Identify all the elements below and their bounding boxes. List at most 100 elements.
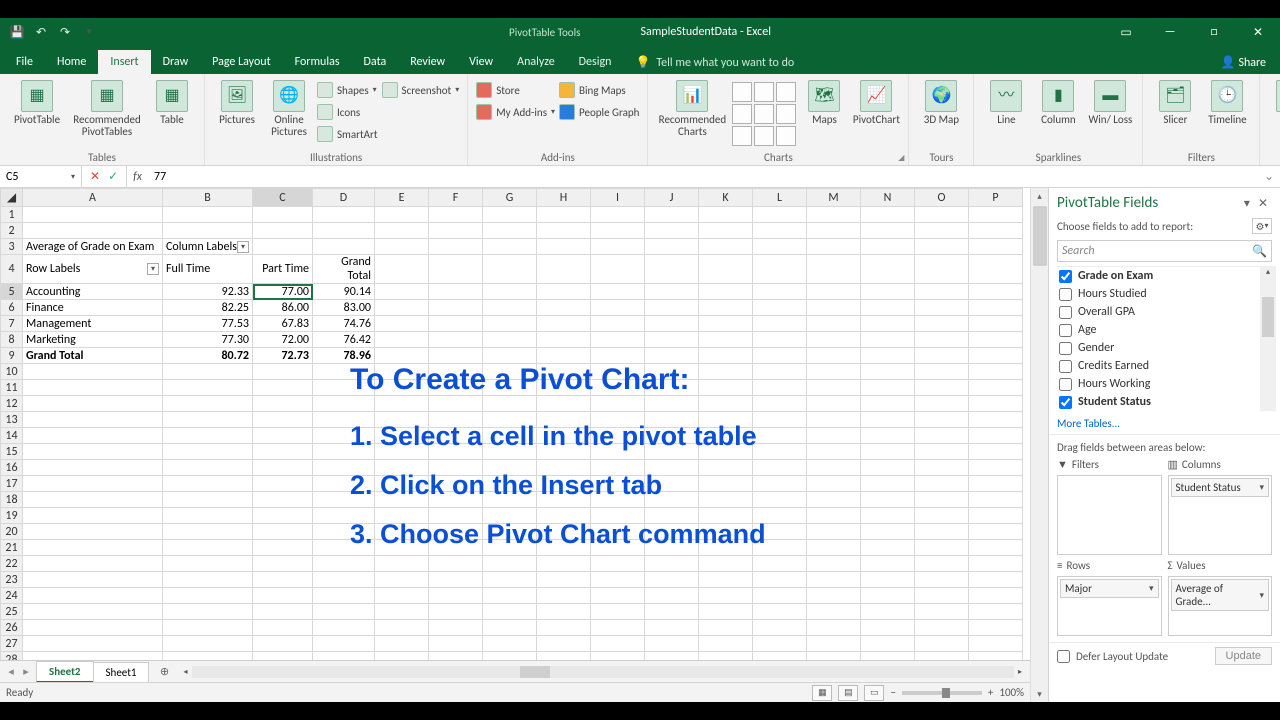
field-list-scrollbar[interactable]: ▴ xyxy=(1260,267,1276,411)
pivotchart-button[interactable]: 📈PivotChart xyxy=(852,76,900,126)
chart-type-gallery[interactable] xyxy=(732,76,796,146)
link-button[interactable]: 🔗Link xyxy=(1268,76,1280,126)
field-overall-gpa[interactable]: Overall GPA xyxy=(1057,303,1276,321)
tab-review[interactable]: Review xyxy=(398,50,457,74)
pictures-button[interactable]: 🖼Pictures xyxy=(213,76,261,126)
page-break-view-icon[interactable]: ▭ xyxy=(864,685,884,701)
tab-view[interactable]: View xyxy=(457,50,505,74)
bing-maps-button[interactable]: Bing Maps xyxy=(559,80,639,100)
filters-area[interactable] xyxy=(1057,475,1162,555)
horizontal-scrollbar[interactable]: ◂▸ xyxy=(183,666,1022,678)
field-hours-studied[interactable]: Hours Studied xyxy=(1057,285,1276,303)
screenshot-button[interactable]: Screenshot ▾ xyxy=(382,80,460,100)
people-graph-button[interactable]: People Graph xyxy=(559,102,639,122)
waterfall-chart-icon[interactable] xyxy=(732,126,752,146)
recommended-charts-button[interactable]: 📊Recommended Charts xyxy=(656,76,728,138)
combo-chart-icon[interactable] xyxy=(754,126,774,146)
columns-area[interactable]: Student Status▾ xyxy=(1168,475,1273,555)
maximize-icon[interactable]: □ xyxy=(1192,18,1236,46)
sheet-nav[interactable]: ◂▸ xyxy=(0,665,37,678)
redo-icon[interactable]: ↷ xyxy=(54,21,76,43)
sparkline-winloss-button[interactable]: ▬Win/ Loss xyxy=(1086,76,1134,126)
field-checkbox[interactable] xyxy=(1059,324,1072,337)
tab-formulas[interactable]: Formulas xyxy=(283,50,352,74)
table-button[interactable]: ▦Table xyxy=(148,76,196,126)
row-chip-major[interactable]: Major▾ xyxy=(1060,579,1159,598)
sheet-tab-sheet2[interactable]: Sheet2 xyxy=(36,661,94,683)
online-pictures-button[interactable]: 🌐Online Pictures xyxy=(265,76,313,138)
tab-home[interactable]: Home xyxy=(45,50,98,74)
bar-chart-icon[interactable] xyxy=(732,82,752,102)
store-button[interactable]: Store xyxy=(476,80,555,100)
save-icon[interactable]: 💾 xyxy=(6,21,28,43)
pane-close-icon[interactable]: ✕ xyxy=(1254,196,1272,211)
surface-chart-icon[interactable] xyxy=(776,126,796,146)
field-checkbox[interactable] xyxy=(1059,396,1072,409)
value-chip-average-grade[interactable]: Average of Grade...▾ xyxy=(1171,579,1270,611)
pivottable-button[interactable]: ▦PivotTable xyxy=(8,76,66,126)
tab-file[interactable]: File xyxy=(4,50,45,74)
zoom-in-icon[interactable]: + xyxy=(988,686,993,699)
close-icon[interactable]: ✕ xyxy=(1236,18,1280,46)
customize-qat-icon[interactable]: ▼ xyxy=(78,21,100,43)
maps-button[interactable]: 🗺Maps xyxy=(800,76,848,126)
tab-page-layout[interactable]: Page Layout xyxy=(200,50,282,74)
recommended-pivottables-button[interactable]: ▦Recommended PivotTables xyxy=(70,76,144,138)
rows-area[interactable]: Major▾ xyxy=(1057,576,1162,636)
field-age[interactable]: Age xyxy=(1057,321,1276,339)
tab-draw[interactable]: Draw xyxy=(151,50,201,74)
field-hours-working[interactable]: Hours Working xyxy=(1057,375,1276,393)
field-checkbox[interactable] xyxy=(1059,288,1072,301)
name-box[interactable]: C5▾ xyxy=(0,166,82,187)
field-checkbox[interactable] xyxy=(1059,306,1072,319)
field-checkbox[interactable] xyxy=(1059,270,1072,283)
pie-chart-icon[interactable] xyxy=(776,82,796,102)
column-headers[interactable]: ◢ ABCD EFGHIJKLMNOP xyxy=(1,189,1023,207)
smartart-button[interactable]: SmartArt xyxy=(317,124,378,144)
field-checkbox[interactable] xyxy=(1059,360,1072,373)
enter-formula-icon[interactable]: ✓ xyxy=(108,169,118,184)
zoom-level[interactable]: 100% xyxy=(999,686,1024,699)
my-addins-button[interactable]: My Add-ins ▾ xyxy=(476,102,555,122)
worksheet-grid[interactable]: ◢ ABCD EFGHIJKLMNOP 123Average of Grade … xyxy=(0,188,1030,660)
timeline-button[interactable]: 🕒Timeline xyxy=(1203,76,1251,126)
pane-layout-icon[interactable]: ⚙▾ xyxy=(1252,218,1272,234)
line-chart-icon[interactable] xyxy=(754,82,774,102)
charts-launcher-icon[interactable]: ◢ xyxy=(898,153,904,163)
field-list[interactable]: ▴ Grade on ExamHours StudiedOverall GPAA… xyxy=(1057,266,1276,411)
vertical-scrollbar[interactable]: ▴▾ xyxy=(1030,188,1048,702)
expand-formula-bar-icon[interactable]: ⌄ xyxy=(1258,169,1280,184)
normal-view-icon[interactable]: ▦ xyxy=(812,685,832,701)
3d-map-button[interactable]: 🌍3D Map xyxy=(917,76,965,126)
undo-icon[interactable]: ↶ xyxy=(30,21,52,43)
tab-insert[interactable]: Insert xyxy=(98,50,150,74)
cancel-formula-icon[interactable]: ✕ xyxy=(90,169,100,184)
ribbon-options-icon[interactable]: ▭ xyxy=(1104,18,1148,46)
field-search-input[interactable]: Search🔍 xyxy=(1057,240,1272,262)
update-button[interactable]: Update xyxy=(1215,647,1272,665)
field-gender[interactable]: Gender xyxy=(1057,339,1276,357)
share-button[interactable]: 👤 Share xyxy=(1211,51,1276,74)
sheet-tab-sheet1[interactable]: Sheet1 xyxy=(93,662,150,682)
field-checkbox[interactable] xyxy=(1059,378,1072,391)
defer-layout-checkbox[interactable] xyxy=(1057,650,1070,663)
tab-analyze[interactable]: Analyze xyxy=(505,50,567,74)
new-sheet-button[interactable]: ⊕ xyxy=(153,665,175,678)
tab-data[interactable]: Data xyxy=(352,50,399,74)
scatter-chart-icon[interactable] xyxy=(776,104,796,124)
slicer-button[interactable]: 🗂Slicer xyxy=(1151,76,1199,126)
icons-button[interactable]: Icons xyxy=(317,102,378,122)
minimize-icon[interactable]: — xyxy=(1148,18,1192,46)
field-credits-earned[interactable]: Credits Earned xyxy=(1057,357,1276,375)
zoom-slider[interactable] xyxy=(902,691,982,695)
sparkline-line-button[interactable]: 〰Line xyxy=(982,76,1030,126)
pane-options-icon[interactable]: ▾ xyxy=(1240,196,1254,211)
sparkline-column-button[interactable]: ▮Column xyxy=(1034,76,1082,126)
select-all-cell[interactable]: ◢ xyxy=(1,189,23,207)
field-checkbox[interactable] xyxy=(1059,342,1072,355)
tell-me-box[interactable]: 💡 Tell me what you want to do xyxy=(635,55,794,74)
statistic-chart-icon[interactable] xyxy=(754,104,774,124)
formula-input[interactable]: 77 xyxy=(148,170,172,184)
hierarchy-chart-icon[interactable] xyxy=(732,104,752,124)
shapes-button[interactable]: Shapes ▾ xyxy=(317,80,378,100)
